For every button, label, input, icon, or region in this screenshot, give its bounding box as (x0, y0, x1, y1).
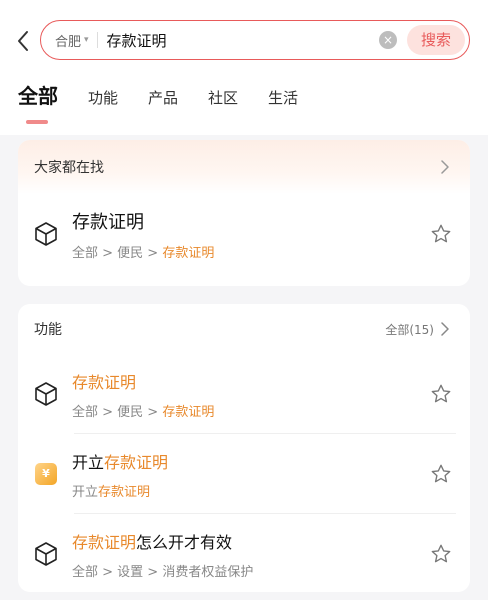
search-bar: 合肥 ▾ 存款证明 × 搜索 (40, 20, 470, 60)
view-all-link[interactable]: 全部(15) (385, 321, 452, 338)
popular-result-item[interactable]: 存款证明 全部 > 便民 > 存款证明 (18, 194, 470, 274)
cube-icon (32, 540, 60, 568)
list-item[interactable]: 存款证明 全部 > 便民 > 存款证明 (18, 354, 470, 434)
list-item[interactable]: 存款证明怎么开才有效 全部 > 设置 > 消费者权益保护 (18, 514, 470, 592)
list-item[interactable]: ¥ 开立存款证明 开立存款证明 (18, 434, 470, 514)
functions-header: 功能 全部(15) (18, 304, 470, 354)
header-area: 合肥 ▾ 存款证明 × 搜索 全部 功能 产品 社区 生活 (0, 0, 488, 135)
functions-card: 功能 全部(15) 存款证明 全部 > 便民 > 存款证明 ¥ 开立存款证明 开… (18, 304, 470, 592)
item-path: 全部 > 便民 > 存款证明 (72, 404, 215, 420)
chevron-right-icon (441, 322, 449, 336)
clear-icon[interactable]: × (379, 31, 397, 49)
yuan-badge-icon: ¥ (32, 460, 60, 488)
popular-card: 大家都在找 存款证明 全部 > 便民 > 存款证明 (18, 140, 470, 286)
chevron-left-icon (18, 31, 28, 51)
chevron-right-icon (441, 160, 449, 174)
search-input[interactable]: 存款证明 (107, 30, 379, 51)
star-icon[interactable] (430, 383, 452, 405)
tab-bar: 全部 功能 产品 社区 生活 (18, 80, 328, 109)
star-icon[interactable] (430, 463, 452, 485)
star-icon[interactable] (430, 543, 452, 565)
functions-title: 功能 (34, 322, 62, 338)
item-title: 开立存款证明 (72, 452, 169, 472)
result-title: 存款证明 (72, 211, 144, 233)
city-selector[interactable]: 合肥 ▾ (55, 31, 89, 50)
caret-down-icon: ▾ (84, 35, 89, 45)
search-button[interactable]: 搜索 (407, 25, 465, 55)
item-title: 存款证明怎么开才有效 (72, 532, 233, 552)
popular-title: 大家都在找 (34, 160, 104, 176)
cube-icon (32, 220, 60, 248)
tab-products[interactable]: 产品 (148, 87, 178, 108)
item-path: 开立存款证明 (72, 484, 151, 500)
tab-functions[interactable]: 功能 (88, 87, 118, 108)
view-all-label: 全部(15) (385, 322, 434, 337)
result-path: 全部 > 便民 > 存款证明 (72, 245, 215, 261)
city-label: 合肥 (55, 34, 82, 50)
back-button[interactable] (10, 26, 36, 56)
tab-life[interactable]: 生活 (268, 87, 298, 108)
popular-header[interactable]: 大家都在找 (18, 140, 470, 194)
item-title: 存款证明 (72, 372, 137, 392)
tab-community[interactable]: 社区 (208, 87, 238, 108)
active-tab-indicator (26, 120, 48, 124)
cube-icon (32, 380, 60, 408)
divider (96, 32, 98, 48)
star-icon[interactable] (430, 223, 452, 245)
item-path: 全部 > 设置 > 消费者权益保护 (72, 564, 254, 580)
tab-all[interactable]: 全部 (18, 80, 58, 109)
